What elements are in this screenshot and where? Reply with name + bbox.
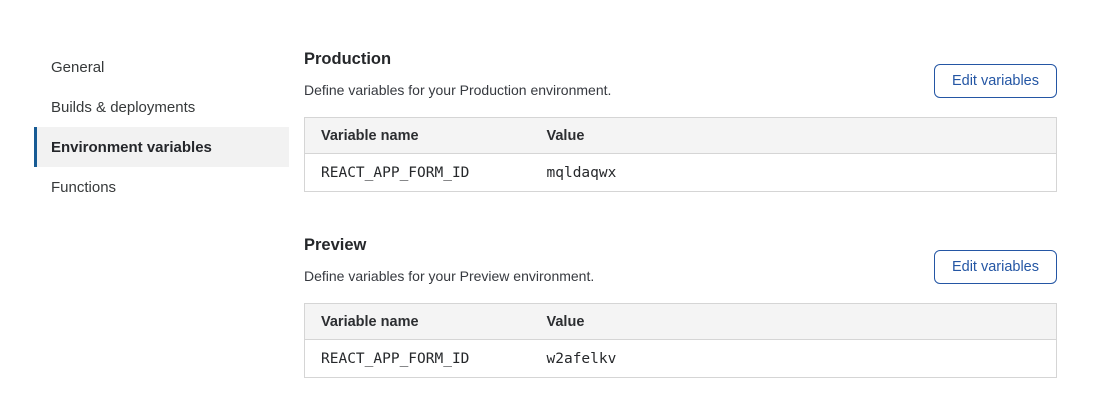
sidebar-item-general[interactable]: General <box>34 47 289 87</box>
preview-description: Define variables for your Preview enviro… <box>304 267 594 285</box>
table-row: REACT_APP_FORM_ID w2afelkv <box>305 340 1057 378</box>
preview-variables-table: Variable name Value REACT_APP_FORM_ID w2… <box>304 303 1057 378</box>
production-variables-table: Variable name Value REACT_APP_FORM_ID mq… <box>304 117 1057 192</box>
settings-sidebar: General Builds & deployments Environment… <box>34 47 289 207</box>
variable-value-cell: mqldaqwx <box>531 154 1057 192</box>
settings-page: General Builds & deployments Environment… <box>0 0 1100 378</box>
table-header-row: Variable name Value <box>305 304 1057 340</box>
variable-name-cell: REACT_APP_FORM_ID <box>305 154 531 192</box>
environment-variables-panel: Production Define variables for your Pro… <box>304 44 1057 378</box>
preview-title: Preview <box>304 234 594 256</box>
preview-section: Preview Define variables for your Previe… <box>304 230 1057 378</box>
production-edit-variables-button[interactable]: Edit variables <box>934 64 1057 98</box>
value-column-header: Value <box>531 304 1057 340</box>
table-row: REACT_APP_FORM_ID mqldaqwx <box>305 154 1057 192</box>
production-section-header: Production Define variables for your Pro… <box>304 44 1057 99</box>
sidebar-item-builds-deployments[interactable]: Builds & deployments <box>34 87 289 127</box>
preview-section-header: Preview Define variables for your Previe… <box>304 230 1057 285</box>
variable-name-cell: REACT_APP_FORM_ID <box>305 340 531 378</box>
variable-name-column-header: Variable name <box>305 304 531 340</box>
production-section: Production Define variables for your Pro… <box>304 44 1057 192</box>
value-column-header: Value <box>531 118 1057 154</box>
preview-edit-variables-button[interactable]: Edit variables <box>934 250 1057 284</box>
production-section-text: Production Define variables for your Pro… <box>304 44 611 99</box>
sidebar-item-functions[interactable]: Functions <box>34 167 289 207</box>
preview-section-text: Preview Define variables for your Previe… <box>304 230 594 285</box>
variable-name-column-header: Variable name <box>305 118 531 154</box>
production-description: Define variables for your Production env… <box>304 81 611 99</box>
production-title: Production <box>304 48 611 70</box>
variable-value-cell: w2afelkv <box>531 340 1057 378</box>
sidebar-item-environment-variables[interactable]: Environment variables <box>34 127 289 167</box>
table-header-row: Variable name Value <box>305 118 1057 154</box>
